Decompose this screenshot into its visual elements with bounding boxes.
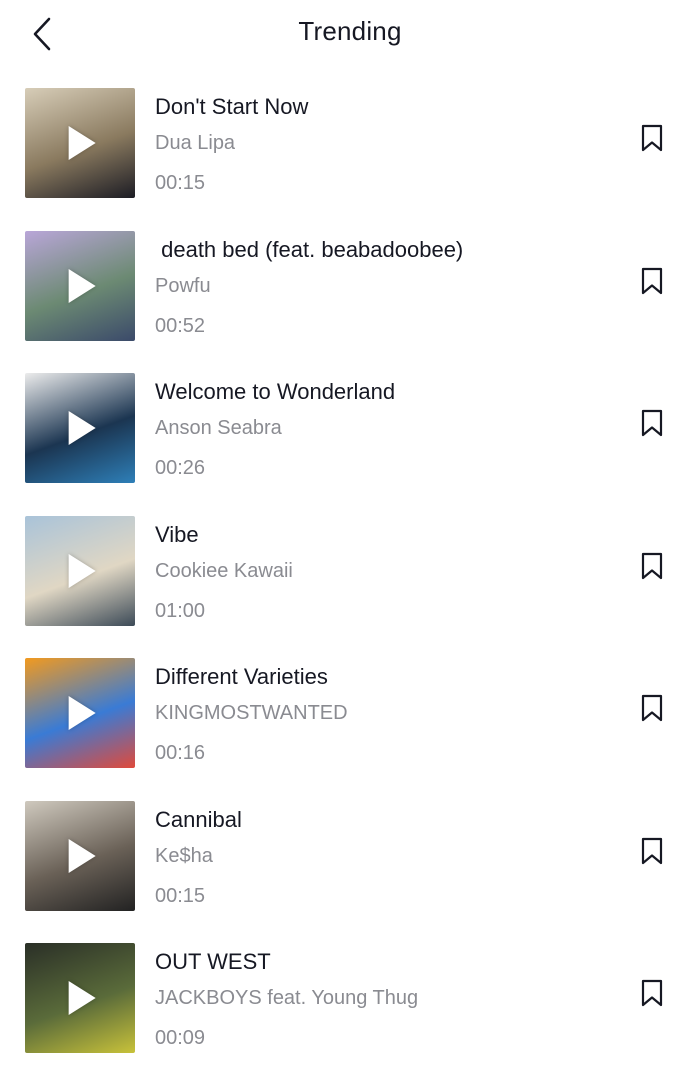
song-duration: 00:15 <box>155 884 206 907</box>
bookmark-button[interactable] <box>638 977 666 1009</box>
album-cover[interactable] <box>25 88 135 198</box>
song-title: Welcome to Wonderland <box>155 379 396 404</box>
song-artist: Ke$ha <box>155 844 213 867</box>
song-duration: 00:26 <box>155 457 206 479</box>
song-artist: Powfu <box>155 274 211 297</box>
page-title: Trending <box>298 16 402 46</box>
album-cover[interactable] <box>25 658 135 768</box>
bookmark-button[interactable] <box>638 265 666 297</box>
song-list: Don't Start Now Dua Lipa 00:15 death bed (… <box>0 88 700 1086</box>
song-duration: 00:52 <box>155 314 206 337</box>
bookmark-icon <box>641 552 663 579</box>
song-artist: JACKBOYS feat. Young Thug <box>155 987 419 1009</box>
play-icon[interactable] <box>68 838 96 873</box>
bookmark-button[interactable] <box>638 835 666 867</box>
song-duration: 01:00 <box>155 599 206 622</box>
top-bar: Trending <box>0 0 700 68</box>
play-icon[interactable] <box>68 553 96 588</box>
play-icon[interactable] <box>68 268 96 303</box>
song-row[interactable]: death bed (feat. beabadoobee) Powfu 00:52 <box>0 230 700 374</box>
song-artist: KINGMOSTWANTED <box>155 702 348 724</box>
play-icon[interactable] <box>68 981 96 1015</box>
album-cover[interactable] <box>25 943 135 1053</box>
song-duration: 00:16 <box>155 742 206 764</box>
play-icon[interactable] <box>68 696 96 730</box>
bookmark-button[interactable] <box>638 692 666 724</box>
bookmark-icon <box>641 979 663 1007</box>
song-duration: 00:09 <box>155 1027 206 1049</box>
song-artist: Cookiee Kawaii <box>155 559 293 582</box>
bookmark-icon <box>641 694 663 722</box>
album-cover[interactable] <box>25 515 135 626</box>
song-row[interactable]: Welcome to Wonderland Anson Seabra 00:26 <box>0 373 700 516</box>
bookmark-icon <box>641 837 663 864</box>
song-artist: Dua Lipa <box>155 132 236 154</box>
song-artist: Anson Seabra <box>155 417 282 439</box>
song-row[interactable]: Vibe Cookiee Kawaii 01:00 <box>0 515 700 659</box>
song-row[interactable]: Don't Start Now Dua Lipa 00:15 <box>0 88 700 231</box>
song-title: Don't Start Now <box>155 94 309 119</box>
song-title: OUT WEST <box>155 949 271 974</box>
album-cover[interactable] <box>25 230 135 341</box>
song-row[interactable]: OUT WEST JACKBOYS feat. Young Thug 00:09 <box>0 943 700 1086</box>
song-row[interactable]: Different Varieties KINGMOSTWANTED 00:16 <box>0 658 700 801</box>
bookmark-icon <box>641 267 663 294</box>
bookmark-icon <box>641 409 663 437</box>
play-icon[interactable] <box>68 126 96 160</box>
album-cover[interactable] <box>25 373 135 483</box>
song-title: Vibe <box>155 521 199 547</box>
song-row[interactable]: Cannibal Ke$ha 00:15 <box>0 800 700 944</box>
bookmark-icon <box>641 124 663 152</box>
song-title: death bed (feat. beabadoobee) <box>155 236 464 262</box>
play-icon[interactable] <box>68 411 96 445</box>
bookmark-button[interactable] <box>638 407 666 439</box>
bookmark-button[interactable] <box>638 550 666 582</box>
song-title: Different Varieties <box>155 664 328 689</box>
bookmark-button[interactable] <box>638 122 666 154</box>
song-title: Cannibal <box>155 806 242 832</box>
song-duration: 00:15 <box>155 172 206 194</box>
album-cover[interactable] <box>25 800 135 911</box>
